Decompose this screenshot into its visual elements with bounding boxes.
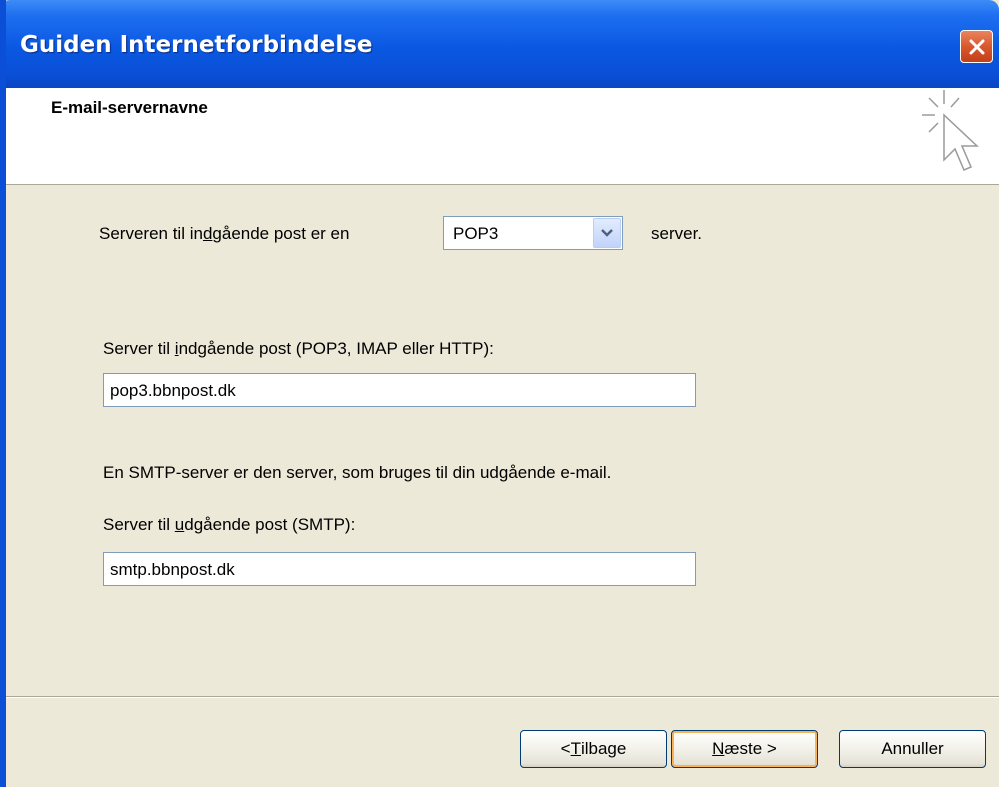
next-button[interactable]: Næste > (671, 730, 818, 768)
outgoing-server-input[interactable]: smtp.bbnpost.dk (103, 552, 696, 586)
wizard-header: E-mail-servernavne (6, 88, 999, 185)
close-button[interactable] (960, 30, 993, 63)
window-title: Guiden Internetforbindelse (20, 32, 373, 58)
wizard-window: Guiden Internetforbindelse E-mail-server… (0, 0, 999, 787)
chevron-down-icon (601, 229, 613, 237)
dropdown-button[interactable] (593, 218, 621, 248)
incoming-server-label: Server til indgående post (POP3, IMAP el… (103, 339, 494, 358)
server-suffix-label: server. (651, 224, 703, 243)
page-title: E-mail-servernavne (51, 98, 208, 117)
sparkle-cursor-icon (922, 90, 979, 171)
incoming-server-input[interactable]: pop3.bbnpost.dk (103, 373, 696, 407)
select-value: POP3 (453, 224, 499, 243)
cancel-button[interactable]: Annuller (839, 730, 986, 768)
incoming-server-type-select[interactable]: POP3 (443, 216, 623, 250)
back-button[interactable]: < Tilbage (520, 730, 667, 768)
footer-divider (6, 696, 999, 698)
title-bar: Guiden Internetforbindelse (6, 0, 999, 88)
smtp-info-text: En SMTP-server er den server, som bruges… (103, 463, 612, 482)
form-area: Serveren til indgående post er en POP3 s… (6, 185, 999, 695)
incoming-type-label: Serveren til indgående post er en (99, 224, 350, 243)
outgoing-server-label: Server til udgående post (SMTP): (103, 515, 356, 534)
close-x-icon (969, 39, 984, 54)
